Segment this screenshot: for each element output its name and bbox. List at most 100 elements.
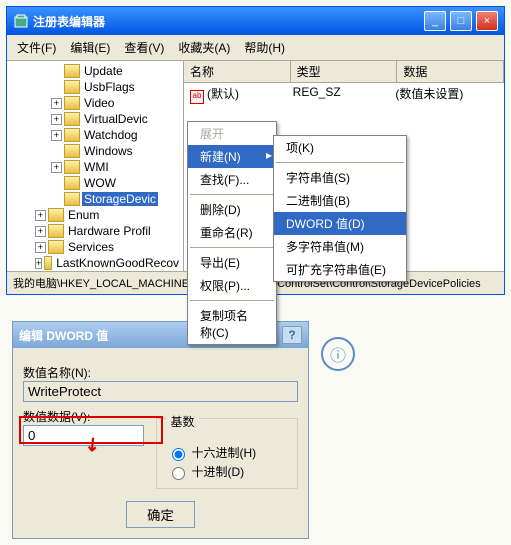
cell-type: REG_SZ: [293, 85, 396, 104]
menubar: 文件(F) 编辑(E) 查看(V) 收藏夹(A) 帮助(H): [7, 35, 504, 61]
tree-item-update[interactable]: Update: [9, 63, 181, 79]
ctx-delete[interactable]: 删除(D): [188, 198, 276, 221]
folder-icon: [64, 112, 80, 126]
ctx-copy-key-name[interactable]: 复制项名称(C): [188, 304, 276, 344]
registry-tree[interactable]: Update UsbFlags + Video + VirtualDevic+Watchd…: [7, 61, 184, 271]
folder-icon: [48, 208, 64, 222]
tree-label: WOW: [82, 176, 118, 190]
registry-editor-window: 注册表编辑器 _ □ × 文件(F) 编辑(E) 查看(V) 收藏夹(A) 帮助…: [6, 6, 505, 295]
menu-view[interactable]: 查看(V): [118, 37, 170, 58]
tree-item-wow[interactable]: WOW: [9, 175, 181, 191]
folder-icon: [44, 256, 52, 270]
tree-item-enum[interactable]: + Enum: [9, 207, 181, 223]
value-name-input[interactable]: [23, 381, 298, 402]
ctx-new-string[interactable]: 字符串值(S): [274, 166, 406, 189]
separator: [190, 194, 274, 195]
tree-label: VirtualDevic: [82, 112, 150, 126]
expand-icon[interactable]: +: [35, 210, 46, 221]
ctx-permissions[interactable]: 权限(P)...: [188, 274, 276, 297]
col-data[interactable]: 数据: [397, 61, 504, 82]
help-button[interactable]: ?: [282, 326, 302, 344]
ctx-expand: 展开: [188, 122, 276, 145]
ctx-find[interactable]: 查找(F)...: [188, 168, 276, 191]
radix-hex[interactable]: 十六进制(H): [167, 444, 288, 461]
expand-icon[interactable]: +: [51, 98, 62, 109]
tree-label: UsbFlags: [82, 80, 137, 94]
expand-icon[interactable]: +: [35, 242, 46, 253]
maximize-button[interactable]: □: [450, 11, 472, 31]
edit-dword-dialog: 编辑 DWORD 值 ? 数值名称(N): 数值数据(V): ↗ 基数 十六进制…: [12, 321, 309, 539]
list-header: 名称 类型 数据: [184, 61, 504, 83]
minimize-button[interactable]: _: [424, 11, 446, 31]
folder-icon: [64, 128, 80, 142]
col-type[interactable]: 类型: [291, 61, 398, 82]
tree-item-virtualdevic[interactable]: + VirtualDevic: [9, 111, 181, 127]
tree-item-windows[interactable]: Windows: [9, 143, 181, 159]
folder-icon: [48, 224, 64, 238]
tree-item-lastknowngoodrecov[interactable]: + LastKnownGoodRecov: [9, 255, 181, 271]
expand-icon[interactable]: +: [51, 130, 62, 141]
tree-item-video[interactable]: + Video: [9, 95, 181, 111]
separator: [276, 162, 404, 163]
tree-item-hardware-profil[interactable]: + Hardware Profil: [9, 223, 181, 239]
dec-radio[interactable]: [172, 467, 185, 480]
separator: [190, 300, 274, 301]
app-icon: [13, 13, 29, 29]
window-title: 注册表编辑器: [33, 13, 420, 30]
tree-label: WMI: [82, 160, 111, 174]
folder-icon: [48, 240, 64, 254]
folder-icon: [64, 160, 80, 174]
ctx-new-key[interactable]: 项(K): [274, 136, 406, 159]
hex-radio[interactable]: [172, 448, 185, 461]
expand-icon[interactable]: +: [35, 258, 42, 269]
expand-icon[interactable]: +: [51, 162, 62, 173]
ctx-new-expandstring[interactable]: 可扩充字符串值(E): [274, 258, 406, 281]
tree-label: Video: [82, 96, 116, 110]
menu-help[interactable]: 帮助(H): [238, 37, 291, 58]
expand-icon[interactable]: +: [35, 226, 46, 237]
folder-icon: [64, 64, 80, 78]
tree-label: LastKnownGoodRecov: [54, 256, 181, 270]
tree-item-watchdog[interactable]: +Watchdog: [9, 127, 181, 143]
ctx-new-dword[interactable]: DWORD 值(D): [274, 212, 406, 235]
context-menu: 展开 新建(N)▸ 查找(F)... 删除(D) 重命名(R) 导出(E) 权限…: [187, 121, 277, 345]
folder-icon: [64, 80, 80, 94]
titlebar[interactable]: 注册表编辑器 _ □ ×: [7, 7, 504, 35]
info-badge-icon: ⓘ: [321, 337, 355, 371]
list-row[interactable]: ab(默认) REG_SZ (数值未设置): [184, 83, 504, 106]
annotation-highlight: [19, 416, 163, 444]
new-submenu: 项(K) 字符串值(S) 二进制值(B) DWORD 值(D) 多字符串值(M)…: [273, 135, 407, 282]
menu-edit[interactable]: 编辑(E): [64, 37, 116, 58]
expand-icon[interactable]: +: [51, 114, 62, 125]
tree-label: Services: [66, 240, 116, 254]
tree-label: Enum: [66, 208, 101, 222]
tree-item-storagedevic[interactable]: StorageDevic: [9, 191, 181, 207]
ctx-new[interactable]: 新建(N)▸: [188, 145, 276, 168]
menu-favorites[interactable]: 收藏夹(A): [172, 37, 236, 58]
tree-label: Windows: [82, 144, 135, 158]
cell-name: ab(默认): [190, 85, 293, 104]
radix-dec[interactable]: 十进制(D): [167, 463, 288, 480]
ctx-export[interactable]: 导出(E): [188, 251, 276, 274]
radix-legend: 基数: [167, 413, 199, 430]
dialog-body: 数值名称(N): 数值数据(V): ↗ 基数 十六进制(H) 十进制(D) 确定: [13, 348, 308, 538]
separator: [190, 247, 274, 248]
tree-label: StorageDevic: [82, 192, 158, 206]
col-name[interactable]: 名称: [184, 61, 291, 82]
value-name-label: 数值名称(N):: [23, 364, 298, 381]
tree-item-usbflags[interactable]: UsbFlags: [9, 79, 181, 95]
ctx-new-multistring[interactable]: 多字符串值(M): [274, 235, 406, 258]
ctx-rename[interactable]: 重命名(R): [188, 221, 276, 244]
folder-icon: [64, 176, 80, 190]
cell-data: (数值未设置): [395, 85, 498, 104]
tree-label: Update: [82, 64, 125, 78]
tree-label: Hardware Profil: [66, 224, 153, 238]
ctx-new-binary[interactable]: 二进制值(B): [274, 189, 406, 212]
folder-icon: [64, 192, 80, 206]
tree-item-services[interactable]: + Services: [9, 239, 181, 255]
menu-file[interactable]: 文件(F): [11, 37, 62, 58]
ok-button[interactable]: 确定: [126, 501, 195, 528]
tree-item-wmi[interactable]: + WMI: [9, 159, 181, 175]
close-button[interactable]: ×: [476, 11, 498, 31]
folder-icon: [64, 144, 80, 158]
